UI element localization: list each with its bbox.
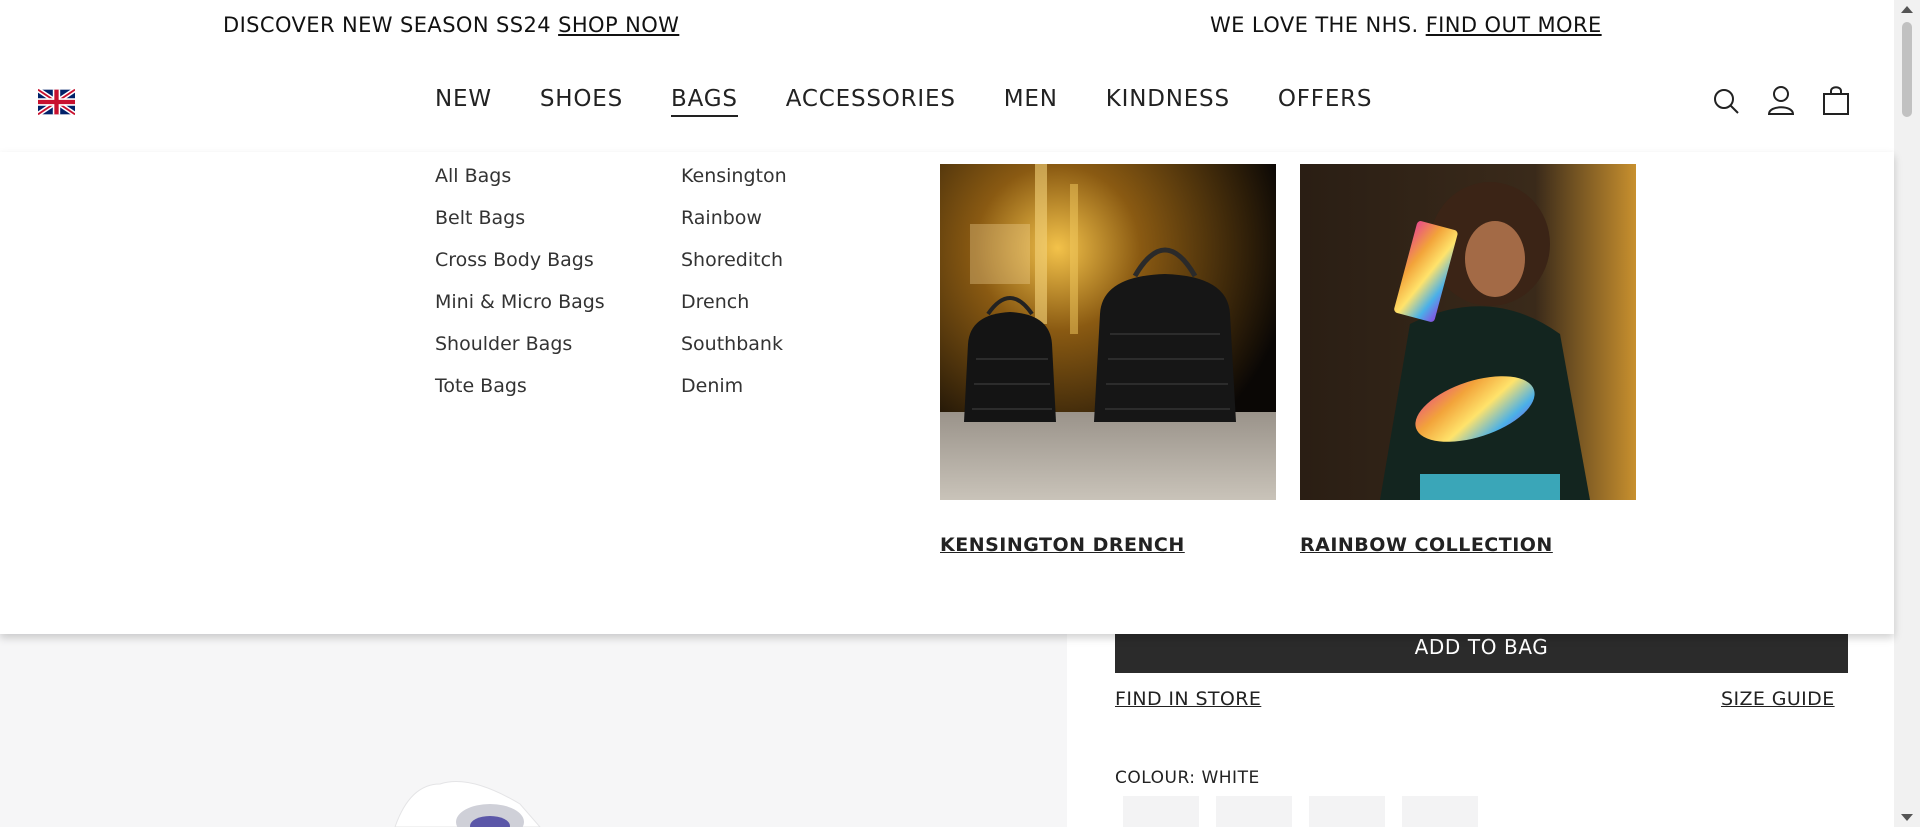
colour-value: WHITE [1201, 768, 1260, 788]
product-image-fragment [394, 781, 541, 827]
site-header: NEW SHOES BAGS ACCESSORIES MEN KINDNESS … [0, 52, 1894, 152]
colour-swatch[interactable] [1402, 796, 1478, 827]
colour-label-text: COLOUR: [1115, 768, 1196, 788]
nav-shoes[interactable]: SHOES [540, 86, 623, 117]
kensington-drench-link[interactable]: KENSINGTON DRENCH [940, 534, 1276, 556]
menu-link-shoreditch[interactable]: Shoreditch [681, 248, 787, 290]
promo-left: DISCOVER NEW SEASON SS24 SHOP NOW [223, 13, 679, 37]
nav-new[interactable]: NEW [435, 86, 492, 117]
find-in-store-link[interactable]: FIND IN STORE [1115, 688, 1261, 710]
colour-swatch[interactable] [1123, 796, 1199, 827]
menu-link-rainbow[interactable]: Rainbow [681, 206, 787, 248]
size-guide-link[interactable]: SIZE GUIDE [1721, 688, 1835, 710]
shop-now-link[interactable]: SHOP NOW [558, 13, 679, 37]
menu-link-denim[interactable]: Denim [681, 374, 787, 416]
rainbow-collection-image[interactable] [1300, 164, 1636, 500]
scroll-down-arrow-icon[interactable] [1901, 814, 1913, 821]
promo-card-kensington-drench: KENSINGTON DRENCH [940, 164, 1276, 556]
collection-column: Kensington Rainbow Shoreditch Drench Sou… [681, 164, 787, 416]
menu-link-southbank[interactable]: Southbank [681, 332, 787, 374]
category-column: All Bags Belt Bags Cross Body Bags Mini … [435, 164, 605, 416]
account-icon[interactable] [1766, 84, 1796, 116]
main-nav: NEW SHOES BAGS ACCESSORIES MEN KINDNESS … [435, 86, 1420, 117]
product-gallery [0, 634, 1067, 827]
scrollbar-thumb[interactable] [1902, 22, 1912, 117]
menu-link-drench[interactable]: Drench [681, 290, 787, 332]
shopping-bag-icon[interactable] [1821, 84, 1851, 116]
promo-card-rainbow-collection: RAINBOW COLLECTION [1300, 164, 1636, 556]
uk-flag-icon[interactable] [36, 87, 77, 117]
announcement-bar: DISCOVER NEW SEASON SS24 SHOP NOW WE LOV… [0, 0, 1894, 52]
nav-bags[interactable]: BAGS [671, 86, 738, 117]
kensington-drench-image[interactable] [940, 164, 1276, 500]
menu-link-shoulder-bags[interactable]: Shoulder Bags [435, 332, 605, 374]
promo-right-text: WE LOVE THE NHS. [1210, 13, 1419, 37]
find-out-more-link[interactable]: FIND OUT MORE [1426, 13, 1602, 37]
menu-link-tote-bags[interactable]: Tote Bags [435, 374, 605, 416]
search-icon[interactable] [1711, 84, 1741, 116]
nav-kindness[interactable]: KINDNESS [1106, 86, 1230, 117]
nav-accessories[interactable]: ACCESSORIES [786, 86, 956, 117]
promo-right: WE LOVE THE NHS. FIND OUT MORE [1210, 13, 1602, 37]
nav-men[interactable]: MEN [1004, 86, 1058, 117]
menu-link-belt-bags[interactable]: Belt Bags [435, 206, 605, 248]
colour-swatch[interactable] [1309, 796, 1385, 827]
colour-label: COLOUR: WHITE [1115, 768, 1260, 788]
menu-link-cross-body-bags[interactable]: Cross Body Bags [435, 248, 605, 290]
colour-swatch[interactable] [1216, 796, 1292, 827]
nav-offers[interactable]: OFFERS [1278, 86, 1372, 117]
bags-mega-menu: All Bags Belt Bags Cross Body Bags Mini … [0, 152, 1894, 634]
scroll-up-arrow-icon[interactable] [1901, 6, 1913, 13]
menu-link-mini-micro-bags[interactable]: Mini & Micro Bags [435, 290, 605, 332]
promo-left-text: DISCOVER NEW SEASON SS24 [223, 13, 552, 37]
rainbow-collection-link[interactable]: RAINBOW COLLECTION [1300, 534, 1636, 556]
page-scrollbar[interactable] [1894, 0, 1920, 827]
menu-link-all-bags[interactable]: All Bags [435, 164, 605, 206]
menu-link-kensington[interactable]: Kensington [681, 164, 787, 206]
